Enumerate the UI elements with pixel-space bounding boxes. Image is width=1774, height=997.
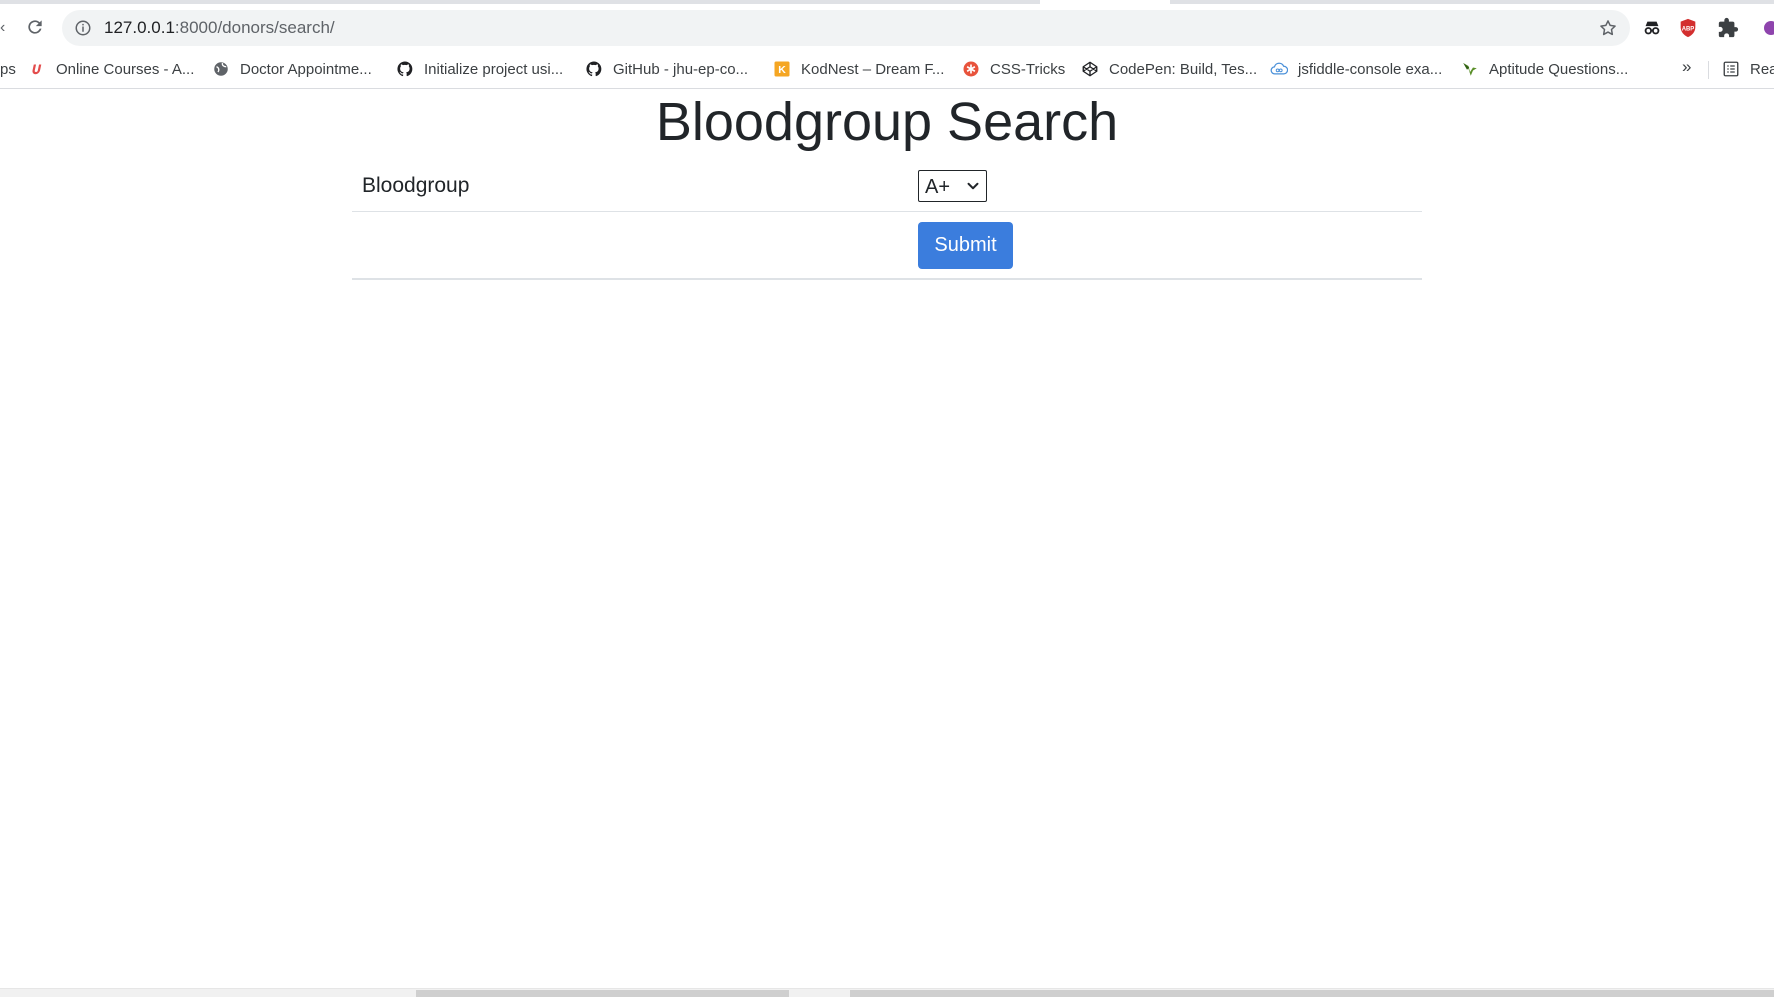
adblock-extension-icon[interactable]: ABP (1676, 16, 1700, 40)
svg-text:K: K (778, 64, 786, 76)
bookmarks-bar: ps Online Courses - A... Doctor Appointm… (0, 49, 1774, 89)
chevron-down-icon (967, 182, 979, 190)
url-path: :8000/donors/search/ (174, 18, 335, 37)
back-button-partial[interactable]: ‹ (0, 18, 8, 38)
puzzle-icon (1718, 17, 1739, 38)
bookmark-kodnest[interactable]: K KodNest – Dream F... (773, 57, 944, 81)
bookmark-partial-leading[interactable]: ps (0, 57, 16, 81)
svg-text:ABP: ABP (1682, 26, 1695, 32)
address-bar[interactable]: 127.0.0.1:8000/donors/search/ (62, 10, 1630, 46)
reading-list-icon (1722, 60, 1740, 78)
bookmark-label: GitHub - jhu-ep-co... (613, 60, 749, 78)
reading-list-button[interactable]: Rea (1722, 57, 1774, 81)
github-icon (585, 60, 603, 78)
bookmark-aptitude[interactable]: Aptitude Questions... (1461, 57, 1628, 81)
bloodgroup-selected-value: A+ (925, 176, 951, 198)
bookmark-label: Doctor Appointme... (240, 60, 372, 78)
bookmark-label: Aptitude Questions... (1489, 60, 1629, 78)
search-form: Bloodgroup A+ Submit (352, 156, 1422, 280)
codepen-icon (1081, 60, 1099, 78)
url-host: 127.0.0.1 (104, 18, 175, 37)
form-row-submit: Submit (352, 212, 1422, 280)
indiabix-icon (1461, 60, 1479, 78)
bookmark-partial-label: ps (0, 60, 16, 78)
horizontal-scrollbar[interactable] (0, 988, 1774, 997)
incognito-extension-icon[interactable] (1640, 16, 1664, 40)
udemy-icon (28, 60, 46, 78)
bookmark-initialize-project[interactable]: Initialize project usi... (396, 57, 563, 81)
bookmark-codepen[interactable]: CodePen: Build, Tes... (1081, 57, 1257, 81)
page-content: Bloodgroup Search Bloodgroup A+ Submit (0, 90, 1774, 987)
profile-avatar-partial[interactable] (1764, 16, 1774, 40)
bookmark-jsfiddle[interactable]: jsfiddle-console exa... (1270, 57, 1442, 81)
cloud-icon (1270, 60, 1288, 78)
spy-icon (1644, 21, 1660, 35)
bookmarks-divider (1708, 61, 1709, 79)
css-tricks-icon (962, 60, 980, 78)
bookmark-label: CSS-Tricks (990, 60, 1066, 78)
bloodgroup-select[interactable]: A+ (918, 170, 987, 202)
bookmark-label: Online Courses - A... (56, 60, 195, 78)
globe-icon (212, 60, 230, 78)
submit-button[interactable]: Submit (918, 222, 1013, 269)
extensions-area: ABP (1640, 12, 1774, 44)
bookmark-label: KodNest – Dream F... (801, 60, 945, 78)
bookmark-star-icon[interactable] (1598, 18, 1618, 38)
form-row-bloodgroup: Bloodgroup A+ (352, 156, 1422, 212)
github-icon (396, 60, 414, 78)
bookmark-label: jsfiddle-console exa... (1298, 60, 1443, 78)
bookmark-css-tricks[interactable]: CSS-Tricks (962, 57, 1065, 81)
extensions-puzzle-button[interactable] (1716, 16, 1740, 40)
bloodgroup-label: Bloodgroup (362, 174, 470, 197)
scrollbar-track-segment (850, 990, 1774, 997)
bookmark-label: Initialize project usi... (424, 60, 564, 78)
kodnest-icon: K (773, 60, 791, 78)
bookmark-online-courses[interactable]: Online Courses - A... (28, 57, 194, 81)
browser-toolbar: ‹ 127.0.0.1:8000/donors/search/ ABP (0, 4, 1774, 49)
info-icon[interactable] (74, 19, 92, 37)
avatar-icon (1764, 21, 1774, 35)
scrollbar-thumb[interactable] (416, 990, 789, 997)
reading-list-label: Rea (1750, 60, 1774, 78)
bookmarks-overflow-button[interactable]: » (1682, 57, 1691, 77)
bookmark-label: CodePen: Build, Tes... (1109, 60, 1258, 78)
reload-button[interactable] (20, 12, 50, 42)
bookmark-github-jhu[interactable]: GitHub - jhu-ep-co... (585, 57, 748, 81)
url-text[interactable]: 127.0.0.1:8000/donors/search/ (104, 18, 335, 38)
reload-icon (28, 20, 42, 34)
shield-icon: ABP (1680, 18, 1696, 38)
bookmark-doctor-appointment[interactable]: Doctor Appointme... (212, 57, 372, 81)
page-title: Bloodgroup Search (655, 92, 1119, 152)
